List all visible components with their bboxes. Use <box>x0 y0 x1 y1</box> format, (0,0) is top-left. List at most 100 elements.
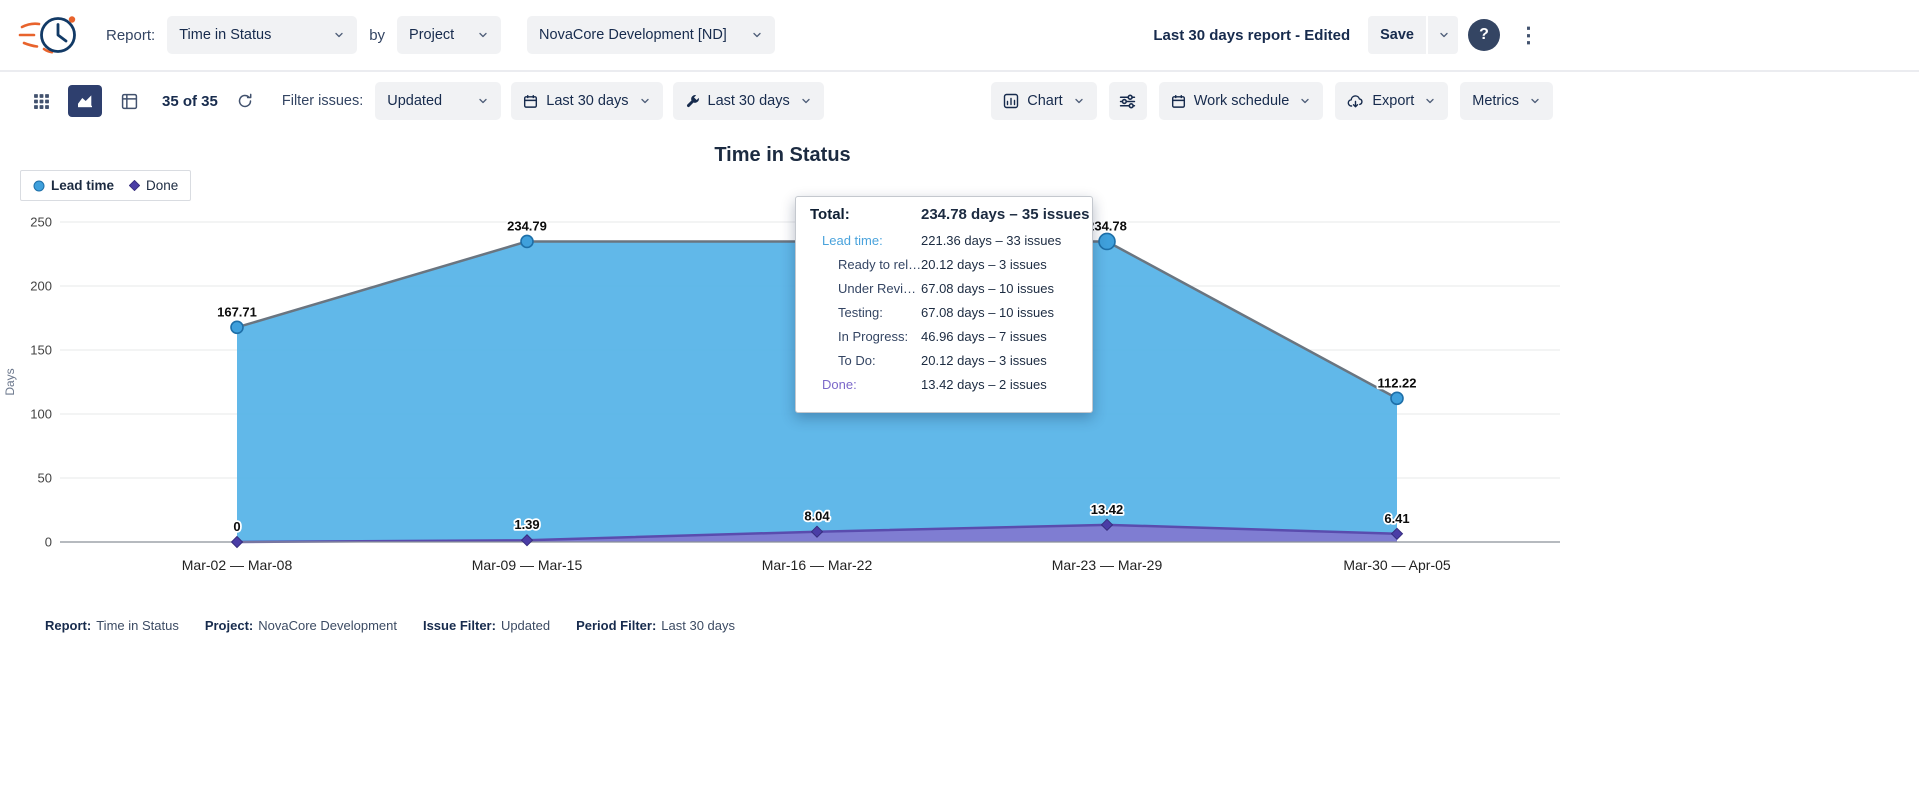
footer-item-label: Project: <box>205 618 253 633</box>
top-header: Report: Time in Status by Project NovaCo… <box>0 0 1919 72</box>
svg-text:13.42: 13.42 <box>1091 502 1124 517</box>
date-range-value: Last 30 days <box>546 93 628 109</box>
footer-item-value: NovaCore Development <box>258 618 397 633</box>
help-button[interactable]: ? <box>1468 19 1500 51</box>
svg-text:0: 0 <box>233 519 240 534</box>
save-options-button[interactable] <box>1428 16 1458 54</box>
chart-settings-button[interactable] <box>1109 82 1147 120</box>
sliders-icon <box>1119 93 1136 110</box>
chevron-down-icon <box>1073 95 1085 107</box>
tooltip-row-value: 20.12 days – 3 issues <box>921 353 1047 368</box>
svg-text:234.79: 234.79 <box>507 218 547 233</box>
refresh-icon <box>237 93 253 109</box>
chevron-down-icon <box>333 29 345 41</box>
legend-label-lead-time: Lead time <box>51 178 114 193</box>
app-logo[interactable] <box>18 10 84 60</box>
issue-filter-select[interactable]: Updated <box>375 82 501 120</box>
svg-text:6.41: 6.41 <box>1384 511 1409 526</box>
footer-item: Project: NovaCore Development <box>205 618 397 633</box>
chart-legend: Lead time Done <box>20 170 191 201</box>
chart-type-select[interactable]: Chart <box>991 82 1096 120</box>
status-period-select[interactable]: Last 30 days <box>673 82 824 120</box>
work-schedule-select[interactable]: Work schedule <box>1159 82 1324 120</box>
area-chart-plot[interactable]: 0 50 100 150 200 250 167.71 234.79 234.78 112.22 0… <box>0 200 1565 590</box>
tooltip-row-value: 46.96 days – 7 issues <box>921 329 1047 344</box>
report-name: Last 30 days report - Edited <box>1153 27 1350 44</box>
tooltip-total-label: Total: <box>810 206 921 223</box>
export-select[interactable]: Export <box>1335 82 1448 120</box>
footer-item-label: Period Filter: <box>576 618 656 633</box>
report-type-value: Time in Status <box>179 27 271 43</box>
chevron-down-icon <box>1529 95 1541 107</box>
group-by-select[interactable]: Project <box>397 16 501 54</box>
pivot-table-icon <box>121 93 138 110</box>
refresh-button[interactable] <box>228 85 262 117</box>
chevron-down-icon <box>477 29 489 41</box>
chevron-down-icon <box>751 29 763 41</box>
tooltip-row-label: Lead time: <box>810 233 921 248</box>
more-options-button[interactable]: ⋮ <box>1510 25 1547 46</box>
tooltip-row-label: Ready to rel… <box>810 257 921 272</box>
svg-text:250: 250 <box>30 215 52 230</box>
toolbar-right-group: Chart Work schedule <box>991 82 1553 120</box>
status-period-value: Last 30 days <box>708 93 790 109</box>
report-type-select[interactable]: Time in Status <box>167 16 357 54</box>
footer-item-label: Report: <box>45 618 91 633</box>
svg-text:200: 200 <box>30 279 52 294</box>
group-by-value: Project <box>409 27 454 43</box>
calendar-icon <box>523 94 538 109</box>
chart-view-button[interactable] <box>68 85 102 117</box>
header-inner: Report: Time in Status by Project NovaCo… <box>0 0 1565 70</box>
svg-text:Mar-16 — Mar-22: Mar-16 — Mar-22 <box>762 557 873 573</box>
metrics-select[interactable]: Metrics <box>1460 82 1553 120</box>
chevron-down-icon <box>800 95 812 107</box>
tooltip-row: To Do:20.12 days – 3 issues <box>796 353 1092 377</box>
chart-title: Time in Status <box>0 144 1565 167</box>
tooltip-row: Under Revi…67.08 days – 10 issues <box>796 281 1092 305</box>
svg-text:167.71: 167.71 <box>217 304 257 319</box>
footer-item: Issue Filter:Updated <box>423 618 550 633</box>
svg-text:1.39: 1.39 <box>514 517 539 532</box>
legend-item-lead-time[interactable]: Lead time <box>33 178 114 193</box>
metrics-value: Metrics <box>1472 93 1519 109</box>
project-select[interactable]: NovaCore Development [ND] <box>527 16 775 54</box>
filter-issues-label: Filter issues: <box>282 93 363 109</box>
wrench-icon <box>685 94 700 109</box>
svg-text:150: 150 <box>30 343 52 358</box>
svg-text:50: 50 <box>38 471 52 486</box>
svg-text:8.04: 8.04 <box>804 509 830 524</box>
tooltip-row-label: To Do: <box>810 353 921 368</box>
toolbar: 35 of 35 Filter issues: Updated Last 30 … <box>0 72 1565 130</box>
chart-type-value: Chart <box>1027 93 1062 109</box>
project-value: NovaCore Development [ND] <box>539 27 727 43</box>
tooltip-row-label: Done: <box>810 377 921 392</box>
pivot-view-button[interactable] <box>112 85 146 117</box>
save-split-button: Save <box>1368 16 1458 54</box>
tooltip-row: Lead time:221.36 days – 33 issues <box>796 233 1092 257</box>
tooltip-row-label: Under Revi… <box>810 281 921 296</box>
chevron-down-icon <box>477 95 489 107</box>
tooltip-row-value: 13.42 days – 2 issues <box>921 377 1047 392</box>
svg-text:100: 100 <box>30 407 52 422</box>
chart-tooltip: Total: 234.78 days – 35 issues Lead time… <box>795 196 1093 413</box>
tooltip-row-value: 221.36 days – 33 issues <box>921 233 1061 248</box>
cloud-export-icon <box>1347 94 1364 109</box>
question-mark-icon: ? <box>1479 26 1489 44</box>
report-footer: Report:Time in Status Project: NovaCore De… <box>0 618 1565 633</box>
grid-view-button[interactable] <box>24 85 58 117</box>
svg-text:112.22: 112.22 <box>1377 375 1416 390</box>
tooltip-row-value: 67.08 days – 10 issues <box>921 281 1054 296</box>
work-schedule-value: Work schedule <box>1194 93 1290 109</box>
date-range-select[interactable]: Last 30 days <box>511 82 662 120</box>
done-marker-icon <box>129 180 140 191</box>
footer-item: Report:Time in Status <box>45 618 179 633</box>
footer-item: Period Filter:Last 30 days <box>576 618 735 633</box>
tooltip-row: Testing:67.08 days – 10 issues <box>796 305 1092 329</box>
save-button[interactable]: Save <box>1368 16 1426 54</box>
svg-text:Mar-30 — Apr-05: Mar-30 — Apr-05 <box>1343 557 1451 573</box>
tooltip-total-row: Total: 234.78 days – 35 issues <box>796 206 1092 233</box>
legend-item-done[interactable]: Done <box>129 178 178 193</box>
svg-text:234.78: 234.78 <box>1087 218 1127 233</box>
svg-text:0: 0 <box>45 535 52 550</box>
area-chart-icon <box>76 93 94 109</box>
